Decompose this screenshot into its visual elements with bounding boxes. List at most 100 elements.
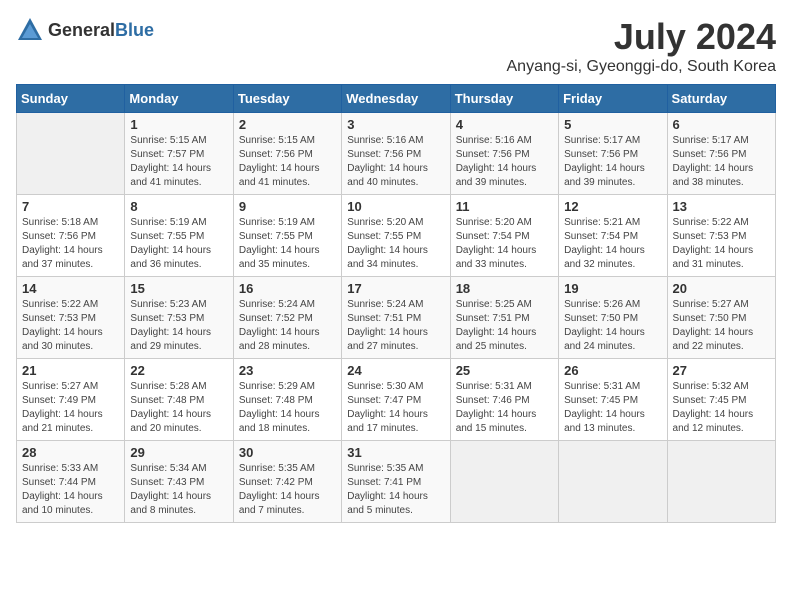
- calendar-cell: [17, 113, 125, 195]
- day-info: Sunrise: 5:35 AM Sunset: 7:41 PM Dayligh…: [347, 462, 444, 518]
- day-number: 24: [347, 363, 444, 378]
- calendar-cell: [559, 441, 667, 523]
- calendar-cell: 14 Sunrise: 5:22 AM Sunset: 7:53 PM Dayli…: [17, 277, 125, 359]
- day-number: 28: [22, 445, 119, 460]
- calendar-cell: 6 Sunrise: 5:17 AM Sunset: 7:56 PM Daylig…: [667, 113, 775, 195]
- day-info: Sunrise: 5:20 AM Sunset: 7:55 PM Dayligh…: [347, 216, 444, 272]
- calendar-cell: 31 Sunrise: 5:35 AM Sunset: 7:41 PM Dayli…: [342, 441, 450, 523]
- logo-text-blue: Blue: [115, 20, 154, 40]
- day-info: Sunrise: 5:19 AM Sunset: 7:55 PM Dayligh…: [239, 216, 336, 272]
- calendar-cell: 26 Sunrise: 5:31 AM Sunset: 7:45 PM Dayli…: [559, 359, 667, 441]
- calendar-cell: 13 Sunrise: 5:22 AM Sunset: 7:53 PM Dayli…: [667, 195, 775, 277]
- day-number: 17: [347, 281, 444, 296]
- calendar-cell: 17 Sunrise: 5:24 AM Sunset: 7:51 PM Dayli…: [342, 277, 450, 359]
- day-number: 15: [130, 281, 227, 296]
- day-number: 9: [239, 199, 336, 214]
- day-info: Sunrise: 5:21 AM Sunset: 7:54 PM Dayligh…: [564, 216, 661, 272]
- day-info: Sunrise: 5:32 AM Sunset: 7:45 PM Dayligh…: [673, 380, 770, 436]
- calendar-cell: 5Sunrise: 5:17 AM Sunset: 7:56 PM Daylig…: [559, 113, 667, 195]
- calendar-header-friday: Friday: [559, 85, 667, 113]
- day-info: Sunrise: 5:15 AM Sunset: 7:57 PM Dayligh…: [130, 134, 227, 190]
- day-number: 18: [456, 281, 553, 296]
- calendar-header-wednesday: Wednesday: [342, 85, 450, 113]
- calendar-cell: 20Sunrise: 5:27 AM Sunset: 7:50 PM Dayli…: [667, 277, 775, 359]
- calendar-cell: 19 Sunrise: 5:26 AM Sunset: 7:50 PM Dayli…: [559, 277, 667, 359]
- day-number: 11: [456, 199, 553, 214]
- day-number: 31: [347, 445, 444, 460]
- day-info: Sunrise: 5:35 AM Sunset: 7:42 PM Dayligh…: [239, 462, 336, 518]
- day-info: Sunrise: 5:19 AM Sunset: 7:55 PM Dayligh…: [130, 216, 227, 272]
- calendar-header-row: SundayMondayTuesdayWednesdayThursdayFrid…: [17, 85, 776, 113]
- day-number: 30: [239, 445, 336, 460]
- day-info: Sunrise: 5:31 AM Sunset: 7:45 PM Dayligh…: [564, 380, 661, 436]
- day-number: 23: [239, 363, 336, 378]
- calendar-cell: [450, 441, 558, 523]
- calendar-header-monday: Monday: [125, 85, 233, 113]
- day-number: 22: [130, 363, 227, 378]
- day-number: 8: [130, 199, 227, 214]
- main-title: July 2024: [507, 16, 777, 58]
- calendar-cell: 1 Sunrise: 5:15 AM Sunset: 7:57 PM Daylig…: [125, 113, 233, 195]
- day-info: Sunrise: 5:18 AM Sunset: 7:56 PM Dayligh…: [22, 216, 119, 272]
- day-number: 21: [22, 363, 119, 378]
- calendar-cell: 4 Sunrise: 5:16 AM Sunset: 7:56 PM Daylig…: [450, 113, 558, 195]
- day-info: Sunrise: 5:31 AM Sunset: 7:46 PM Dayligh…: [456, 380, 553, 436]
- calendar-cell: 30 Sunrise: 5:35 AM Sunset: 7:42 PM Dayli…: [233, 441, 341, 523]
- calendar-cell: 16Sunrise: 5:24 AM Sunset: 7:52 PM Dayli…: [233, 277, 341, 359]
- calendar-cell: 9 Sunrise: 5:19 AM Sunset: 7:55 PM Daylig…: [233, 195, 341, 277]
- day-number: 10: [347, 199, 444, 214]
- calendar-header-thursday: Thursday: [450, 85, 558, 113]
- calendar-cell: 8 Sunrise: 5:19 AM Sunset: 7:55 PM Daylig…: [125, 195, 233, 277]
- calendar-cell: 3Sunrise: 5:16 AM Sunset: 7:56 PM Daylig…: [342, 113, 450, 195]
- logo-icon: [16, 16, 44, 44]
- day-number: 6: [673, 117, 770, 132]
- day-number: 5: [564, 117, 661, 132]
- title-section: July 2024 Anyang-si, Gyeonggi-do, South …: [507, 16, 777, 76]
- day-number: 20: [673, 281, 770, 296]
- day-number: 19: [564, 281, 661, 296]
- day-info: Sunrise: 5:15 AM Sunset: 7:56 PM Dayligh…: [239, 134, 336, 190]
- calendar-cell: 27 Sunrise: 5:32 AM Sunset: 7:45 PM Dayli…: [667, 359, 775, 441]
- day-info: Sunrise: 5:28 AM Sunset: 7:48 PM Dayligh…: [130, 380, 227, 436]
- day-number: 27: [673, 363, 770, 378]
- day-info: Sunrise: 5:27 AM Sunset: 7:49 PM Dayligh…: [22, 380, 119, 436]
- calendar-cell: 29 Sunrise: 5:34 AM Sunset: 7:43 PM Dayli…: [125, 441, 233, 523]
- calendar-cell: 24Sunrise: 5:30 AM Sunset: 7:47 PM Dayli…: [342, 359, 450, 441]
- day-info: Sunrise: 5:16 AM Sunset: 7:56 PM Dayligh…: [456, 134, 553, 190]
- calendar-cell: [667, 441, 775, 523]
- calendar-week-row: 14 Sunrise: 5:22 AM Sunset: 7:53 PM Dayli…: [17, 277, 776, 359]
- day-number: 25: [456, 363, 553, 378]
- day-number: 14: [22, 281, 119, 296]
- day-info: Sunrise: 5:29 AM Sunset: 7:48 PM Dayligh…: [239, 380, 336, 436]
- day-info: Sunrise: 5:26 AM Sunset: 7:50 PM Dayligh…: [564, 298, 661, 354]
- day-info: Sunrise: 5:22 AM Sunset: 7:53 PM Dayligh…: [673, 216, 770, 272]
- calendar-cell: 18Sunrise: 5:25 AM Sunset: 7:51 PM Dayli…: [450, 277, 558, 359]
- day-number: 29: [130, 445, 227, 460]
- day-info: Sunrise: 5:22 AM Sunset: 7:53 PM Dayligh…: [22, 298, 119, 354]
- logo: GeneralBlue: [16, 16, 154, 44]
- calendar-header-saturday: Saturday: [667, 85, 775, 113]
- day-info: Sunrise: 5:16 AM Sunset: 7:56 PM Dayligh…: [347, 134, 444, 190]
- day-number: 7: [22, 199, 119, 214]
- calendar-cell: 7 Sunrise: 5:18 AM Sunset: 7:56 PM Daylig…: [17, 195, 125, 277]
- day-number: 1: [130, 117, 227, 132]
- day-number: 26: [564, 363, 661, 378]
- calendar-cell: 21 Sunrise: 5:27 AM Sunset: 7:49 PM Dayli…: [17, 359, 125, 441]
- calendar-cell: 23 Sunrise: 5:29 AM Sunset: 7:48 PM Dayli…: [233, 359, 341, 441]
- day-info: Sunrise: 5:33 AM Sunset: 7:44 PM Dayligh…: [22, 462, 119, 518]
- calendar-table: SundayMondayTuesdayWednesdayThursdayFrid…: [16, 84, 776, 523]
- day-number: 16: [239, 281, 336, 296]
- calendar-week-row: 21 Sunrise: 5:27 AM Sunset: 7:49 PM Dayli…: [17, 359, 776, 441]
- day-info: Sunrise: 5:17 AM Sunset: 7:56 PM Dayligh…: [673, 134, 770, 190]
- day-number: 13: [673, 199, 770, 214]
- day-number: 4: [456, 117, 553, 132]
- day-info: Sunrise: 5:34 AM Sunset: 7:43 PM Dayligh…: [130, 462, 227, 518]
- day-info: Sunrise: 5:24 AM Sunset: 7:51 PM Dayligh…: [347, 298, 444, 354]
- day-info: Sunrise: 5:20 AM Sunset: 7:54 PM Dayligh…: [456, 216, 553, 272]
- day-info: Sunrise: 5:23 AM Sunset: 7:53 PM Dayligh…: [130, 298, 227, 354]
- calendar-cell: 25 Sunrise: 5:31 AM Sunset: 7:46 PM Dayli…: [450, 359, 558, 441]
- logo-text-general: General: [48, 20, 115, 40]
- day-number: 12: [564, 199, 661, 214]
- calendar-header-sunday: Sunday: [17, 85, 125, 113]
- page-header: GeneralBlue July 2024 Anyang-si, Gyeongg…: [16, 16, 776, 76]
